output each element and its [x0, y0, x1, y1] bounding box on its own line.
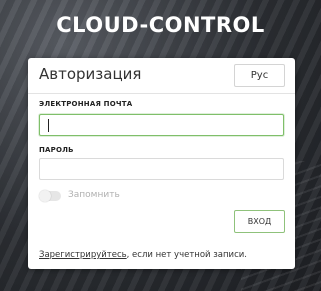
register-link[interactable]: Зарегистрируйтесь: [39, 250, 127, 260]
register-text: Зарегистрируйтесь, если нет учетной запи…: [39, 250, 247, 260]
email-field[interactable]: [39, 114, 284, 136]
login-button[interactable]: ВХОД: [234, 210, 285, 233]
toggle-knob: [39, 190, 51, 202]
language-button[interactable]: Рус: [234, 64, 285, 87]
password-label: ПАРОЛЬ: [39, 146, 74, 154]
app-logo: CLOUD-CONTROL: [56, 13, 265, 37]
email-label: ЭЛЕКТРОННАЯ ПОЧТА: [39, 100, 133, 108]
remember-label: Запомнить: [68, 190, 120, 200]
text-caret: [48, 119, 49, 132]
card-title: Авторизация: [39, 65, 142, 83]
auth-card: Авторизация Рус ЭЛЕКТРОННАЯ ПОЧТА ПАРОЛЬ…: [28, 58, 295, 269]
remember-toggle[interactable]: [39, 190, 61, 202]
card-header: Авторизация Рус: [28, 58, 295, 94]
register-suffix: , если нет учетной записи.: [126, 250, 247, 260]
password-field[interactable]: [39, 158, 284, 180]
